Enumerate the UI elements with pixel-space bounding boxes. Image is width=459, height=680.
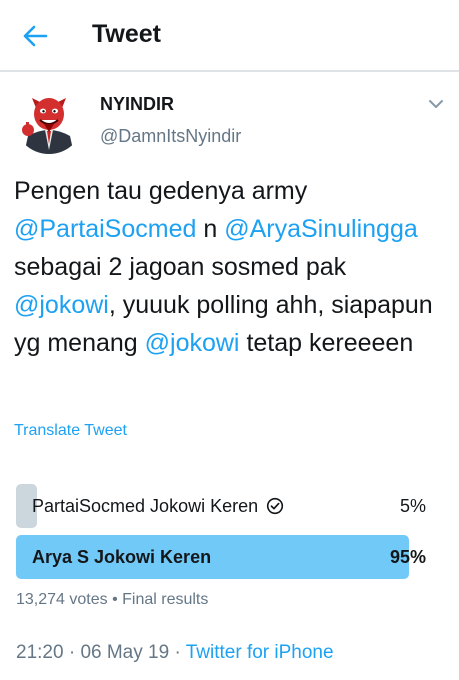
mention-link[interactable]: @PartaiSocmed — [14, 215, 196, 243]
poll-option-percent: 95% — [389, 547, 426, 567]
avatar[interactable] — [14, 84, 84, 154]
page-title: Tweet — [92, 20, 161, 48]
tweet-date: 06 May 19 — [80, 642, 170, 663]
meta-separator: · — [63, 642, 81, 663]
poll-option: PartaiSocmed Jokowi Keren 5% — [16, 484, 430, 528]
tweet-source-link[interactable]: Twitter for iPhone — [186, 642, 334, 663]
author-display-name[interactable]: NYINDIR — [100, 94, 174, 115]
poll-option-winner: Arya S Jokowi Keren 95% — [16, 535, 430, 579]
devil-avatar-image — [14, 84, 84, 154]
meta-separator: · — [169, 642, 186, 663]
tweet-text-segment: Pengen tau gedenya army — [14, 177, 308, 205]
voted-check-icon — [266, 497, 284, 515]
poll-option-text: Arya S Jokowi Keren — [32, 547, 212, 567]
mention-link[interactable]: @AryaSinulingga — [224, 215, 418, 243]
tweet-text: Pengen tau gedenya army @PartaiSocmed n … — [14, 172, 450, 362]
poll-status: Final results — [122, 591, 209, 608]
top-bar: Tweet — [0, 0, 459, 72]
mention-link[interactable]: @jokowi — [14, 291, 109, 319]
tweet-time: 21:20 — [16, 642, 64, 663]
translate-tweet-link[interactable]: Translate Tweet — [14, 422, 127, 440]
tweet-text-segment: tetap kereeeen — [239, 329, 414, 357]
poll-meta-separator: • — [107, 591, 123, 608]
poll-votes: 13,274 votes — [16, 591, 108, 608]
chevron-down-icon[interactable] — [424, 92, 448, 116]
tweet-text-segment: sebagai 2 jagoan sosmed pak — [14, 253, 347, 281]
author-handle[interactable]: @DamnItsNyindir — [100, 126, 241, 147]
mention-link[interactable]: @jokowi — [145, 329, 240, 357]
poll-option-label: PartaiSocmed Jokowi Keren — [32, 484, 284, 528]
poll-option-label: Arya S Jokowi Keren — [32, 535, 211, 579]
tweet-text-segment: n — [196, 215, 225, 243]
back-arrow-icon[interactable] — [20, 22, 50, 50]
poll-option-percent: 5% — [399, 496, 426, 516]
poll-meta: 13,274 votes • Final results — [16, 591, 208, 609]
tweet-timestamp: 21:20 · 06 May 19 · Twitter for iPhone — [16, 642, 334, 664]
poll-option-text: PartaiSocmed Jokowi Keren — [32, 496, 259, 516]
